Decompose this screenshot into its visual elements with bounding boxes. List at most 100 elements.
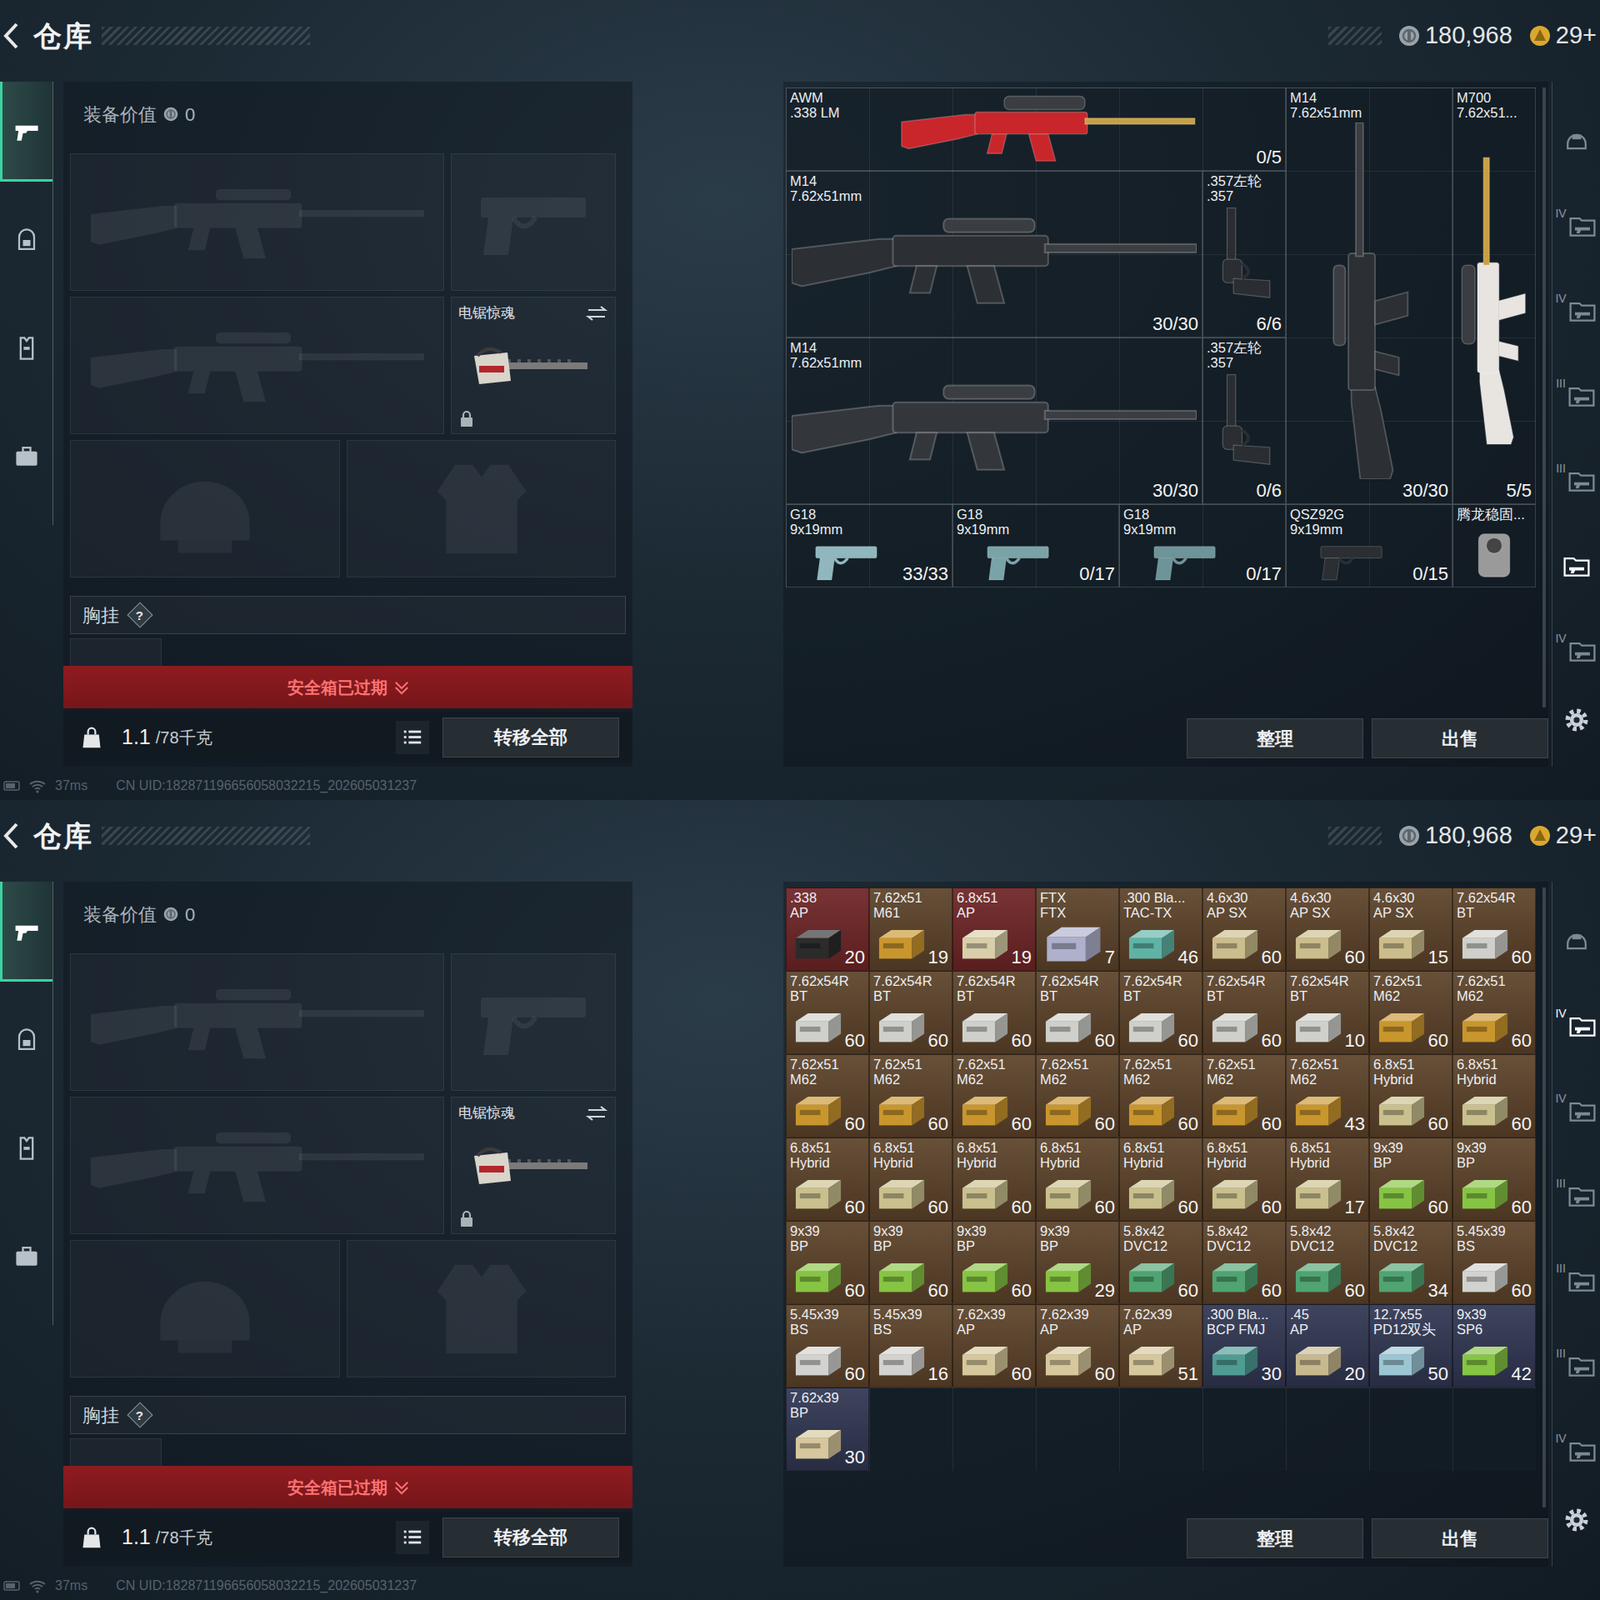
pistol-slot[interactable] xyxy=(450,153,616,291)
sidebar-item[interactable] xyxy=(0,990,53,1090)
ammo-item[interactable]: 6.8x51Hybrid60 xyxy=(1119,1137,1203,1221)
ammo-item[interactable]: 7.62x51M6260 xyxy=(1202,1054,1286,1138)
ammo-item[interactable]: 6.8x51AP19 xyxy=(952,887,1036,971)
transfer-all-button[interactable]: 转移全部 xyxy=(442,1517,620,1558)
ammo-item[interactable]: 7.62x54RBT60 xyxy=(1452,887,1536,971)
ammo-item[interactable]: 5.45x39BS60 xyxy=(785,1304,870,1388)
weapon-item[interactable]: G189x19mm0/17 xyxy=(952,504,1120,588)
transfer-all-button[interactable]: 转移全部 xyxy=(442,717,620,758)
sidebar-item[interactable] xyxy=(0,881,53,982)
ammo-item[interactable]: 5.8x42DVC1260 xyxy=(1119,1220,1203,1305)
ammo-item[interactable]: 9x39BP60 xyxy=(869,1220,953,1305)
scrollbar[interactable] xyxy=(1542,887,1546,1508)
category-tab[interactable]: III xyxy=(1553,1323,1600,1409)
weapon-item[interactable]: M147.62x51mm30/30 xyxy=(785,337,1203,505)
ammo-item[interactable]: 7.62x51M6260 xyxy=(1452,970,1536,1055)
armor-slot[interactable] xyxy=(346,1240,616,1378)
sell-button[interactable]: 出售 xyxy=(1371,1518,1549,1559)
ammo-item[interactable]: 7.62x51M6260 xyxy=(869,1054,953,1138)
ammo-item[interactable]: 7.62x39BP30 xyxy=(785,1387,870,1471)
ammo-item[interactable]: 5.8x42DVC1260 xyxy=(1202,1220,1286,1305)
ammo-item[interactable]: 12.7x55PD12双头50 xyxy=(1369,1304,1453,1388)
ammo-item[interactable]: 7.62x54RBT60 xyxy=(1119,970,1203,1055)
sidebar-item[interactable] xyxy=(0,298,53,399)
category-tab[interactable]: IV xyxy=(1553,608,1600,694)
weapon-item[interactable]: G189x19mm33/33 xyxy=(785,504,953,588)
category-tab[interactable] xyxy=(1553,898,1600,984)
ammo-item[interactable]: 6.8x51Hybrid60 xyxy=(785,1137,870,1221)
ammo-item[interactable]: 7.62x54RBT60 xyxy=(1202,970,1286,1055)
help-badge[interactable]: ? xyxy=(126,601,153,628)
weapon-item[interactable]: M147.62x51mm30/30 xyxy=(785,170,1203,338)
ammo-item[interactable]: .300 Bla...BCP FMJ30 xyxy=(1202,1304,1286,1388)
sidebar-item[interactable] xyxy=(0,1098,53,1199)
ammo-item[interactable]: 6.8x51Hybrid17 xyxy=(1285,1137,1370,1221)
ammo-item[interactable]: 4.6x30AP SX60 xyxy=(1202,887,1286,971)
swap-icon[interactable] xyxy=(585,303,609,324)
weapon-item[interactable]: 腾龙稳固... xyxy=(1452,504,1536,588)
ammo-item[interactable]: FTXFTX7 xyxy=(1035,887,1120,971)
category-tab[interactable] xyxy=(1553,98,1600,184)
weapon-item[interactable]: QSZ92G9x19mm0/15 xyxy=(1285,504,1453,588)
ammo-item[interactable]: .338AP20 xyxy=(785,887,870,971)
category-tab[interactable]: III xyxy=(1553,1153,1600,1239)
sidebar-item[interactable] xyxy=(0,1206,53,1307)
helmet-slot[interactable] xyxy=(70,440,340,578)
ammo-item[interactable]: 4.6x30AP SX60 xyxy=(1285,887,1370,971)
ammo-item[interactable]: 4.6x30AP SX15 xyxy=(1369,887,1453,971)
melee-slot[interactable]: 电锯惊魂 xyxy=(450,1096,616,1235)
ammo-item[interactable]: 7.62x51M6243 xyxy=(1285,1054,1370,1138)
weapon-item[interactable]: M147.62x51mm30/30 xyxy=(1285,87,1453,505)
gear-icon[interactable] xyxy=(1561,705,1592,735)
ammo-item[interactable]: 7.62x54RBT60 xyxy=(1035,970,1120,1055)
sidebar-item[interactable] xyxy=(0,190,53,290)
pistol-slot[interactable] xyxy=(450,953,616,1091)
ammo-item[interactable]: 6.8x51Hybrid60 xyxy=(952,1137,1036,1221)
ammo-item[interactable]: 9x39BP60 xyxy=(952,1220,1036,1305)
category-tab[interactable]: IV xyxy=(1553,1408,1600,1494)
ammo-item[interactable]: .45AP20 xyxy=(1285,1304,1370,1388)
ammo-item[interactable]: 9x39BP60 xyxy=(1452,1137,1536,1221)
category-tab[interactable]: IV xyxy=(1553,268,1600,354)
weapon-item[interactable]: AWM.338 LM0/5 xyxy=(785,87,1286,171)
ammo-item[interactable]: 7.62x51M6260 xyxy=(1035,1054,1120,1138)
weapon-item[interactable]: .357左轮.3570/6 xyxy=(1202,337,1286,505)
ammo-item[interactable]: 5.45x39BS16 xyxy=(869,1304,953,1388)
weapon-item[interactable]: .357左轮.3576/6 xyxy=(1202,170,1286,338)
scrollbar[interactable] xyxy=(1542,87,1546,708)
help-badge[interactable]: ? xyxy=(126,1401,153,1428)
ammo-item[interactable]: 6.8x51Hybrid60 xyxy=(1369,1054,1453,1138)
ammo-item[interactable]: 7.62x39AP51 xyxy=(1119,1304,1203,1388)
ammo-item[interactable]: .300 Bla...TAC-TX46 xyxy=(1119,887,1203,971)
ammo-item[interactable]: 7.62x54RBT60 xyxy=(785,970,870,1055)
ammo-item[interactable]: 6.8x51Hybrid60 xyxy=(869,1137,953,1221)
category-tab[interactable]: IV xyxy=(1553,983,1600,1069)
category-tab[interactable]: IV xyxy=(1553,1068,1600,1154)
ammo-item[interactable]: 7.62x51M6260 xyxy=(785,1054,870,1138)
sidebar-item[interactable] xyxy=(0,406,53,507)
ammo-item[interactable]: 9x39BP60 xyxy=(785,1220,870,1305)
chest-rig-slot[interactable]: 胸挂? xyxy=(70,595,626,635)
ammo-item[interactable]: 5.8x42DVC1234 xyxy=(1369,1220,1453,1305)
swap-icon[interactable] xyxy=(585,1103,609,1124)
ammo-item[interactable]: 9x39BP29 xyxy=(1035,1220,1120,1305)
ammo-item[interactable]: 7.62x51M6260 xyxy=(1369,970,1453,1055)
ammo-item[interactable]: 6.8x51Hybrid60 xyxy=(1452,1054,1536,1138)
gear-icon[interactable] xyxy=(1561,1505,1592,1535)
sidebar-item[interactable] xyxy=(0,81,53,182)
ammo-item[interactable]: 7.62x54RBT10 xyxy=(1285,970,1370,1055)
category-tab[interactable]: III xyxy=(1553,353,1600,439)
ammo-item[interactable]: 7.62x51M6119 xyxy=(869,887,953,971)
category-tab[interactable]: IV xyxy=(1553,183,1600,269)
sell-button[interactable]: 出售 xyxy=(1371,718,1549,759)
ammo-item[interactable]: 6.8x51Hybrid60 xyxy=(1035,1137,1120,1221)
category-tab[interactable]: III xyxy=(1553,1238,1600,1324)
melee-slot[interactable]: 电锯惊魂 xyxy=(450,296,616,435)
secondary-weapon-slot[interactable] xyxy=(70,296,445,435)
weapon-item[interactable]: M7007.62x51...5/5 xyxy=(1452,87,1536,505)
primary-weapon-slot[interactable] xyxy=(70,953,445,1091)
back-arrow-icon[interactable] xyxy=(1,20,22,51)
ammo-item[interactable]: 7.62x51M6260 xyxy=(1119,1054,1203,1138)
secondary-weapon-slot[interactable] xyxy=(70,1096,445,1235)
primary-weapon-slot[interactable] xyxy=(70,153,445,291)
